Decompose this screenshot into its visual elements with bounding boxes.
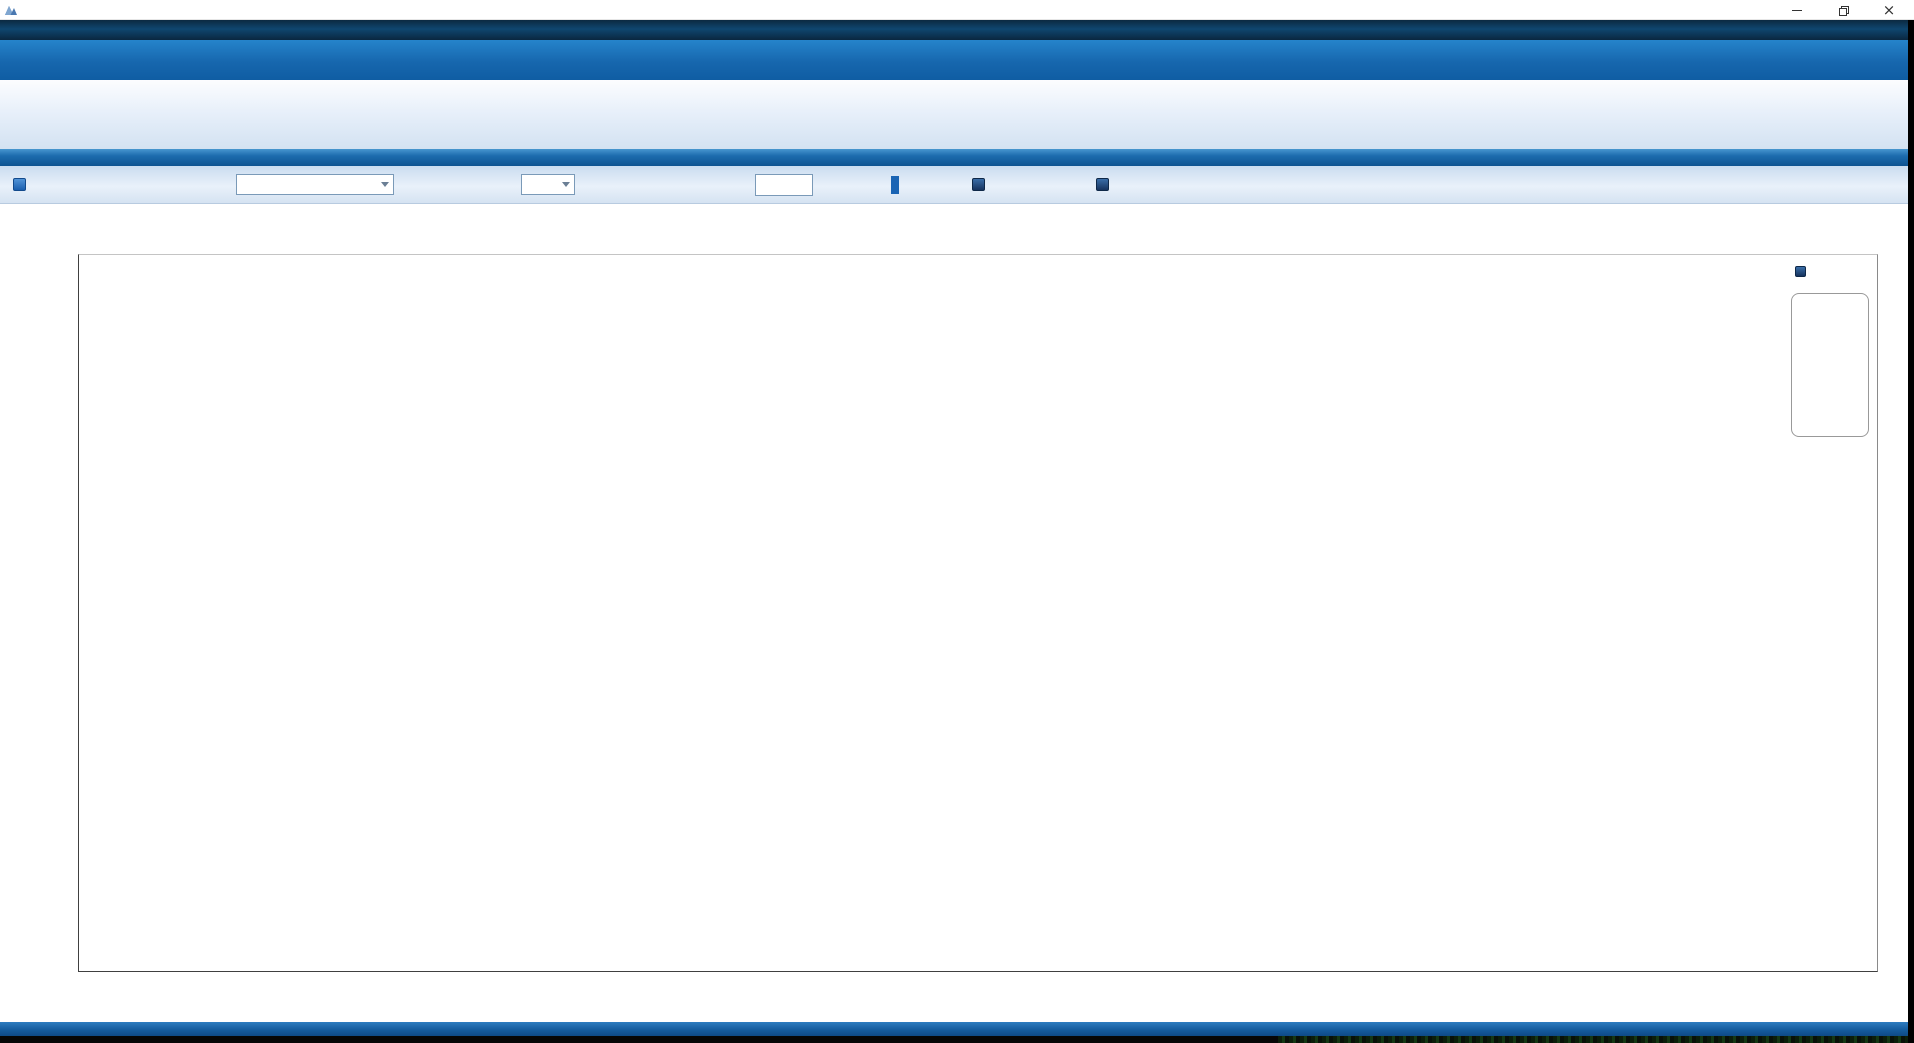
indicator-select[interactable]	[236, 174, 394, 195]
minimize-button[interactable]	[1779, 0, 1815, 20]
close-graphic-checkbox[interactable]	[13, 178, 26, 191]
legend-gradient-bar	[1800, 303, 1823, 429]
title-bar: ×	[0, 0, 1914, 20]
show-grid-checkbox[interactable]	[972, 178, 985, 191]
temperature-map	[79, 255, 1879, 972]
inout-flow-checkbox[interactable]	[1096, 178, 1109, 191]
app-icon	[4, 3, 18, 17]
ribbon-tab-bar	[0, 40, 1908, 80]
show-background-checkbox[interactable]	[1795, 266, 1806, 277]
status-bar	[0, 1022, 1908, 1036]
bottom-edge-pattern	[1278, 1036, 1914, 1043]
interval-input[interactable]	[755, 174, 813, 196]
close-icon: ×	[1883, 1, 1896, 19]
restore-icon	[1839, 6, 1848, 15]
custom-colormap-button[interactable]	[891, 176, 899, 194]
color-legend	[1791, 293, 1869, 437]
minimize-icon	[1792, 10, 1802, 11]
right-edge-strip	[1908, 20, 1914, 1043]
realtime-display-header	[0, 149, 1908, 166]
chevron-down-icon	[562, 182, 570, 187]
close-button[interactable]: ×	[1871, 0, 1907, 20]
run-toolbar	[0, 80, 1908, 149]
layer-select[interactable]	[521, 174, 575, 195]
chevron-down-icon	[381, 182, 389, 187]
restore-button[interactable]	[1825, 0, 1861, 20]
realtime-controls-row	[0, 166, 1908, 204]
application-window: ×	[0, 0, 1914, 1043]
ribbon-top-band	[0, 20, 1908, 40]
